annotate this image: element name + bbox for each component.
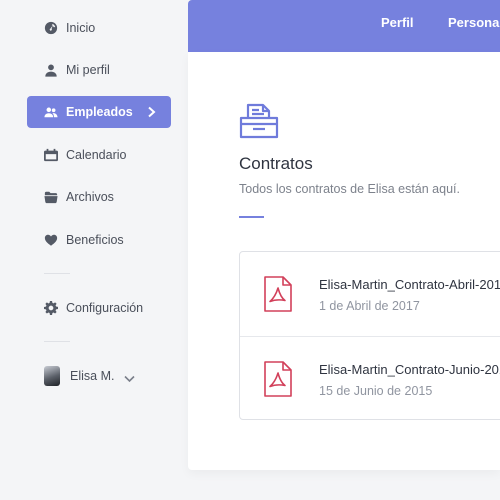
sidebar-item-empleados[interactable]: Empleados	[27, 96, 171, 128]
sidebar-item-label: Inicio	[66, 21, 96, 35]
calendar-icon	[43, 148, 58, 163]
sidebar-divider	[44, 273, 70, 274]
file-name: Elisa-Martin_Contrato-Junio-2015.pdf	[319, 362, 500, 377]
sidebar-item-configuracion[interactable]: Configuración	[27, 292, 171, 324]
folder-icon	[43, 190, 58, 205]
file-date: 1 de Abril de 2017	[319, 299, 420, 313]
users-icon	[43, 105, 58, 120]
gear-icon	[43, 301, 58, 316]
file-date: 15 de Junio de 2015	[319, 384, 433, 398]
page-subtitle: Todos los contratos de Elisa están aquí.	[239, 182, 460, 196]
user-icon	[43, 63, 58, 78]
list-item[interactable]: Elisa-Martin_Contrato-Junio-2015.pdf 15 …	[240, 336, 500, 420]
top-navigation: Perfil Personal	[188, 0, 500, 52]
avatar	[44, 366, 60, 386]
sidebar-item-beneficios[interactable]: Beneficios	[27, 224, 171, 256]
user-menu[interactable]: Elisa M.	[44, 365, 136, 387]
pdf-icon	[263, 361, 293, 397]
chevron-down-icon	[124, 372, 136, 383]
tab-personal[interactable]: Personal	[448, 15, 500, 30]
dashboard-icon	[43, 21, 58, 36]
list-item[interactable]: Elisa-Martin_Contrato-Abril-2017.pdf 1 d…	[240, 252, 500, 336]
sidebar-item-mi-perfil[interactable]: Mi perfil	[27, 54, 171, 86]
page-title: Contratos	[239, 154, 313, 173]
sidebar-item-label: Mi perfil	[66, 63, 110, 77]
sidebar-item-label: Calendario	[66, 148, 127, 162]
sidebar-divider	[44, 341, 70, 342]
sidebar-item-label: Beneficios	[66, 233, 124, 247]
sidebar: Inicio Mi perfil Empleados Calendario Ar…	[0, 0, 188, 500]
tab-perfil[interactable]: Perfil	[381, 15, 414, 30]
heart-icon	[43, 233, 58, 248]
sidebar-item-label: Configuración	[66, 301, 144, 315]
chevron-right-icon	[145, 105, 157, 119]
content-panel: Contratos Todos los contratos de Elisa e…	[188, 52, 500, 470]
sidebar-item-inicio[interactable]: Inicio	[27, 12, 171, 44]
pdf-icon	[263, 276, 293, 312]
sidebar-item-calendario[interactable]: Calendario	[27, 139, 171, 171]
sidebar-item-label: Empleados	[66, 105, 133, 119]
user-name: Elisa M.	[70, 369, 115, 383]
file-name: Elisa-Martin_Contrato-Abril-2017.pdf	[319, 277, 500, 292]
title-underline	[239, 216, 264, 218]
sidebar-item-label: Archivos	[66, 190, 114, 204]
sidebar-item-archivos[interactable]: Archivos	[27, 181, 171, 213]
archive-icon	[239, 102, 279, 142]
file-list: Elisa-Martin_Contrato-Abril-2017.pdf 1 d…	[239, 251, 500, 420]
